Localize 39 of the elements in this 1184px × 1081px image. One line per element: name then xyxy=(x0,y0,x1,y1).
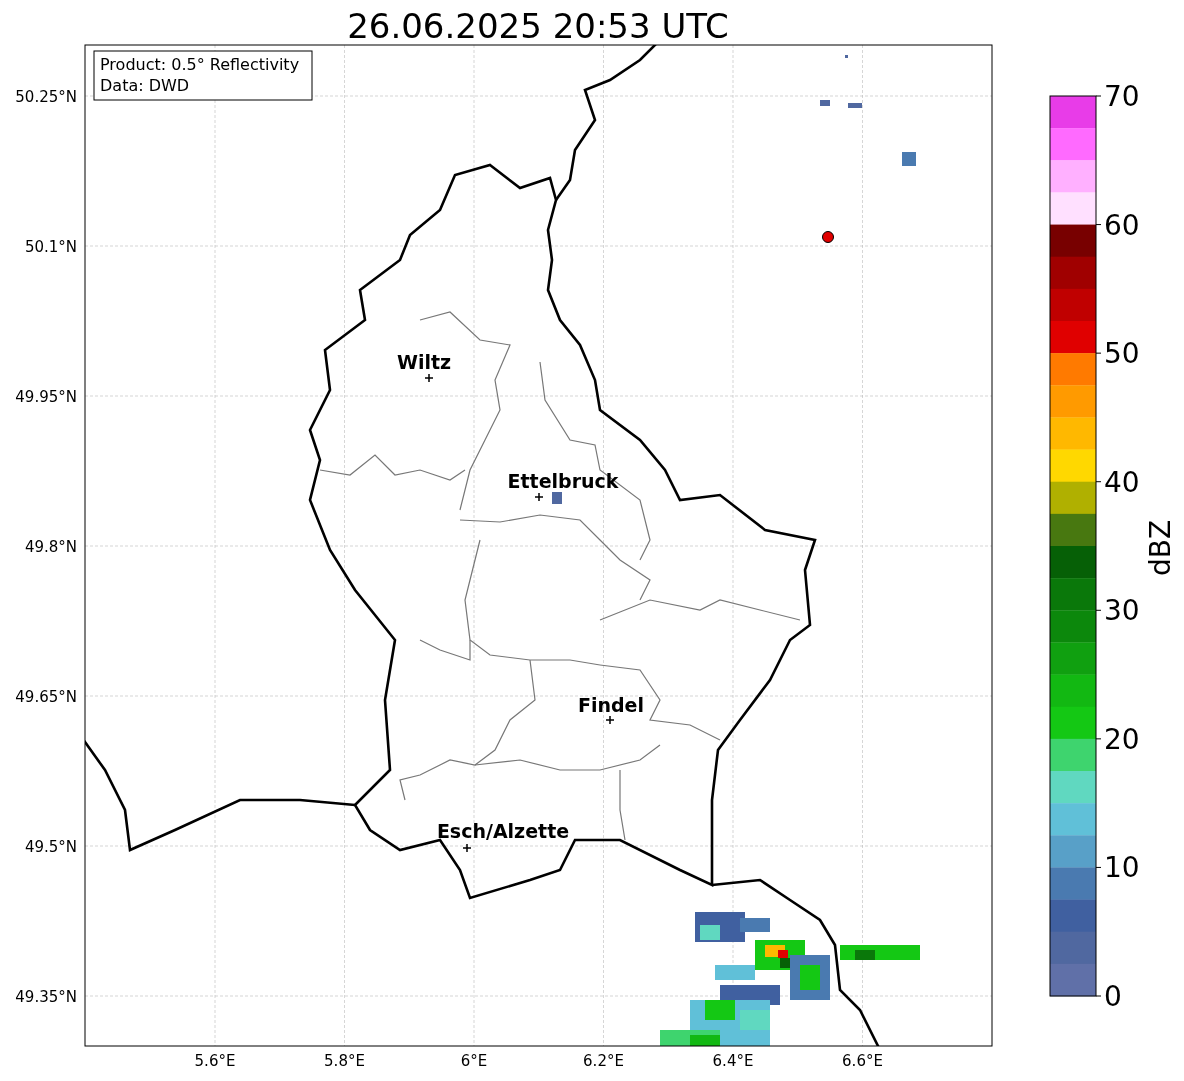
city-marker xyxy=(534,492,544,502)
latitude-label: 49.5°N xyxy=(24,838,77,856)
colorbar-tick-label: 20 xyxy=(1104,722,1140,756)
colorbar-tick-label: 0 xyxy=(1104,980,1122,1013)
latitude-label: 49.65°N xyxy=(15,688,77,706)
colorbar-tick-label: 30 xyxy=(1104,594,1140,628)
latitude-label: 49.8°N xyxy=(24,538,77,556)
longitude-label: 6.6°E xyxy=(842,1052,883,1070)
longitude-label: 6.4°E xyxy=(712,1052,754,1070)
city-label: Esch/Alzette xyxy=(436,820,570,842)
longitude-label: 6°E xyxy=(460,1052,488,1070)
info-text: Data: DWD xyxy=(100,76,190,95)
radar-echo xyxy=(552,492,562,504)
longitude-label: 5.6°E xyxy=(194,1052,236,1070)
longitude-label: 6.2°E xyxy=(583,1052,624,1070)
info-text: Product: 0.5° Reflectivity xyxy=(100,55,300,74)
latitude-label: 49.35°N xyxy=(15,988,77,1006)
colorbar-tick-label: 70 xyxy=(1104,80,1140,113)
city-marker xyxy=(462,843,472,853)
city-marker xyxy=(424,373,434,383)
latitude-label: 50.25°N xyxy=(15,88,77,106)
city-label: Ettelbruck xyxy=(507,470,619,492)
colorbar-label: dBZ xyxy=(1144,519,1177,577)
city-label: Findel xyxy=(578,694,644,716)
radar-echo xyxy=(848,103,862,108)
city-label: Wiltz xyxy=(396,351,452,373)
radar-echo xyxy=(820,100,830,106)
radar-echo xyxy=(845,55,848,58)
city-marker xyxy=(605,715,615,725)
colorbar-tick-label: 40 xyxy=(1104,465,1140,499)
colorbar-tick-label: 50 xyxy=(1104,337,1140,371)
colorbar-tick-label: 10 xyxy=(1104,851,1140,885)
radar-site-marker xyxy=(822,231,834,243)
colorbar-tick-label: 60 xyxy=(1104,208,1140,242)
radar-echo xyxy=(902,152,916,166)
latitude-label: 50.1°N xyxy=(24,238,77,256)
latitude-label: 49.95°N xyxy=(15,388,77,406)
longitude-label: 5.8°E xyxy=(324,1052,365,1070)
chart-title: 26.06.2025 20:53 UTC xyxy=(347,6,729,46)
